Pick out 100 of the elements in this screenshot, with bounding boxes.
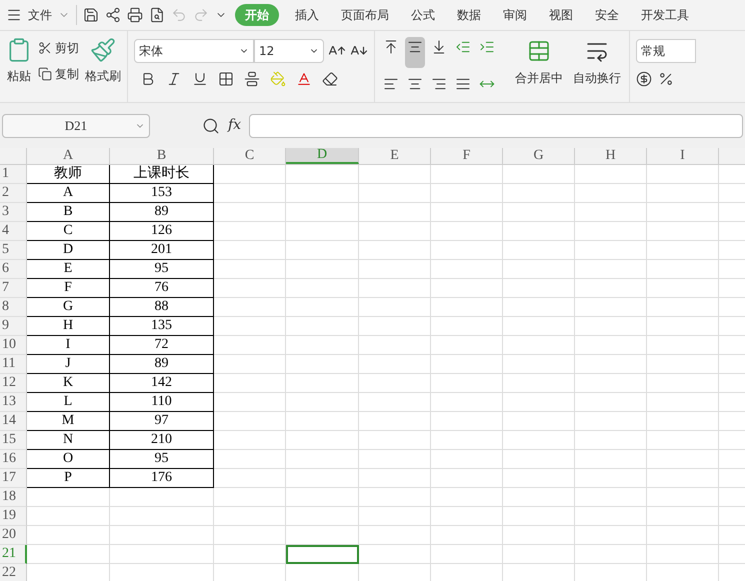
copy-icon[interactable] bbox=[38, 67, 52, 81]
table-cell: F bbox=[27, 279, 110, 298]
column-header[interactable]: G bbox=[503, 148, 575, 164]
grid-cell bbox=[431, 488, 503, 507]
row-header[interactable]: 17 bbox=[0, 469, 27, 488]
font-color-icon[interactable] bbox=[296, 71, 312, 87]
row-header[interactable]: 11 bbox=[0, 355, 27, 374]
ribbon-tab[interactable]: 安全 bbox=[587, 4, 627, 26]
wrap-text-button[interactable]: 自动换行 bbox=[573, 69, 621, 87]
row-header[interactable]: 2 bbox=[0, 184, 27, 203]
row-header[interactable]: 12 bbox=[0, 374, 27, 393]
row-header[interactable]: 22 bbox=[0, 564, 27, 581]
table-cell: 210 bbox=[110, 431, 214, 450]
grid-cell bbox=[214, 450, 286, 469]
row-header[interactable]: 19 bbox=[0, 507, 27, 526]
row-header[interactable]: 3 bbox=[0, 203, 27, 222]
scissors-icon[interactable] bbox=[38, 41, 52, 55]
grid-cell bbox=[214, 222, 286, 241]
align-middle-icon[interactable] bbox=[405, 37, 425, 68]
table-cell: G bbox=[27, 298, 110, 317]
grid-cell bbox=[575, 279, 647, 298]
grid-cell bbox=[359, 203, 431, 222]
search-icon[interactable] bbox=[202, 116, 220, 134]
row-header[interactable]: 20 bbox=[0, 526, 27, 545]
align-bottom-icon[interactable] bbox=[431, 39, 447, 55]
column-header[interactable]: I bbox=[647, 148, 719, 164]
row-header[interactable]: 7 bbox=[0, 279, 27, 298]
printer-icon[interactable] bbox=[127, 7, 143, 23]
grid-cell bbox=[214, 488, 286, 507]
merge-center-button[interactable]: 合并居中 bbox=[515, 69, 563, 87]
column-header[interactable]: F bbox=[431, 148, 503, 164]
file-menu[interactable]: 文件 bbox=[28, 6, 52, 24]
merge-cells-icon[interactable] bbox=[527, 39, 551, 63]
row-header[interactable]: 1 bbox=[0, 165, 27, 184]
row-header[interactable]: 4 bbox=[0, 222, 27, 241]
ribbon-tab[interactable]: 数据 bbox=[449, 4, 489, 26]
ribbon-tab[interactable]: 页面布局 bbox=[333, 4, 397, 26]
row-header[interactable]: 8 bbox=[0, 298, 27, 317]
grid-cell bbox=[503, 298, 575, 317]
ribbon-tab[interactable]: 视图 bbox=[541, 4, 581, 26]
grid-cell bbox=[214, 241, 286, 260]
print-preview-icon[interactable] bbox=[149, 7, 165, 23]
row-header[interactable]: 9 bbox=[0, 317, 27, 336]
eraser-icon[interactable] bbox=[322, 71, 338, 87]
borders-icon[interactable] bbox=[218, 71, 234, 87]
grid-cell bbox=[503, 222, 575, 241]
grid-cell bbox=[431, 184, 503, 203]
ribbon-tab[interactable]: 插入 bbox=[287, 4, 327, 26]
row-header[interactable]: 21 bbox=[0, 545, 27, 564]
grid-cell bbox=[575, 393, 647, 412]
ribbon-tab[interactable]: 审阅 bbox=[495, 4, 535, 26]
table-cell: P bbox=[27, 469, 110, 488]
menu-icon[interactable] bbox=[6, 7, 22, 23]
row-header[interactable]: 10 bbox=[0, 336, 27, 355]
copy-button[interactable]: 复制 bbox=[55, 65, 79, 83]
table-cell: 95 bbox=[110, 260, 214, 279]
currency-icon[interactable] bbox=[636, 71, 652, 87]
font-size-field[interactable]: 12 bbox=[254, 39, 324, 63]
row-header[interactable]: 16 bbox=[0, 450, 27, 469]
row-header[interactable]: 6 bbox=[0, 260, 27, 279]
share-icon[interactable] bbox=[105, 7, 121, 23]
table-cell: D bbox=[27, 241, 110, 260]
grid-cell bbox=[431, 222, 503, 241]
format-painter-button[interactable]: 格式刷 bbox=[85, 67, 121, 85]
table-cell: 97 bbox=[110, 412, 214, 431]
number-format-field[interactable]: 常规 bbox=[636, 39, 696, 63]
ribbon-tab[interactable]: 公式 bbox=[403, 4, 443, 26]
grid-cell bbox=[503, 469, 575, 488]
save-icon[interactable] bbox=[83, 7, 99, 23]
align-top-icon[interactable] bbox=[383, 39, 399, 55]
indent-decrease-icon[interactable] bbox=[455, 39, 471, 55]
row-header[interactable]: 13 bbox=[0, 393, 27, 412]
row-header[interactable]: 14 bbox=[0, 412, 27, 431]
row-header[interactable]: 5 bbox=[0, 241, 27, 260]
table-cell: 142 bbox=[110, 374, 214, 393]
italic-icon[interactable] bbox=[166, 71, 182, 87]
grid-cell bbox=[575, 203, 647, 222]
ribbon-tab[interactable]: 开发工具 bbox=[633, 4, 697, 26]
row-header[interactable]: 18 bbox=[0, 488, 27, 507]
grid-cell bbox=[214, 507, 286, 526]
row-header[interactable]: 15 bbox=[0, 431, 27, 450]
grid-cell bbox=[503, 450, 575, 469]
column-header[interactable]: H bbox=[575, 148, 647, 164]
underline-icon[interactable] bbox=[192, 71, 208, 87]
table-cell: I bbox=[27, 336, 110, 355]
percent-icon[interactable] bbox=[658, 71, 674, 87]
column-header[interactable]: E bbox=[359, 148, 431, 164]
paste-button[interactable]: 粘贴 bbox=[7, 67, 31, 85]
grid-cell bbox=[431, 298, 503, 317]
font-name-field[interactable]: 宋体 bbox=[134, 39, 254, 63]
indent-increase-icon[interactable] bbox=[479, 39, 495, 55]
grid-cell bbox=[575, 165, 647, 184]
column-header[interactable]: B bbox=[110, 148, 214, 164]
grid-cell bbox=[359, 260, 431, 279]
name-box[interactable]: D21 bbox=[2, 114, 150, 138]
column-header[interactable]: A bbox=[27, 148, 110, 164]
paintbrush-icon[interactable] bbox=[90, 37, 116, 63]
formula-input[interactable] bbox=[249, 114, 743, 138]
cut-button[interactable]: 剪切 bbox=[55, 39, 79, 57]
grid-cell bbox=[359, 393, 431, 412]
